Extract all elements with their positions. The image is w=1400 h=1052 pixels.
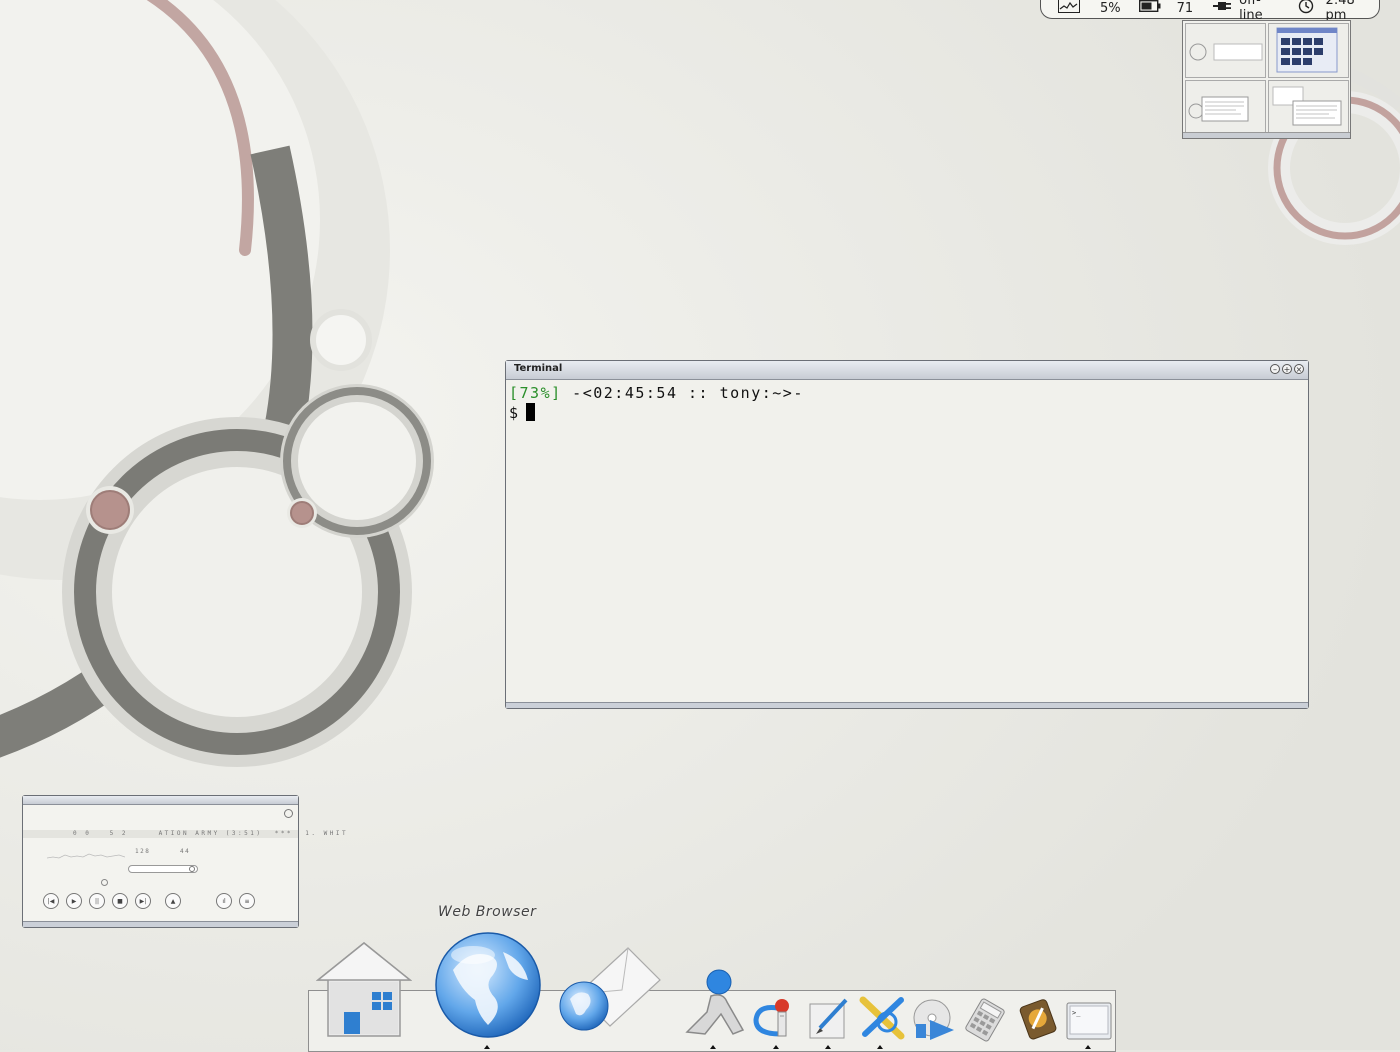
samplerate: 44 [180,848,191,855]
pager-desktop-3[interactable] [1185,80,1266,133]
terminal-titlebar[interactable]: Terminal – + × [506,361,1308,380]
graphics-editor-icon[interactable] [1016,996,1062,1042]
terminal-title: Terminal [514,363,563,374]
previous-icon[interactable]: |◀ [43,893,59,909]
home-folder-icon[interactable] [316,940,412,1040]
next-icon[interactable]: ▶| [135,893,151,909]
cpu-graph-icon [1058,0,1080,17]
equalizer-icon[interactable]: ıl [216,893,232,909]
pager-desktop-4[interactable] [1268,80,1349,133]
irc-chat-icon[interactable] [752,996,802,1042]
pager-desktop-2[interactable] [1268,23,1349,78]
prompt-battery: [73%] [509,384,562,402]
clock-icon [1298,0,1314,18]
prompt-symbol: $ [509,404,520,422]
seek-bar[interactable] [128,865,198,873]
player-close-icon[interactable] [284,809,293,818]
clock[interactable]: 2:48 pm [1298,0,1379,23]
visualizer [47,853,125,859]
running-indicator-irc [773,1045,779,1049]
minimize-icon[interactable]: – [1270,364,1280,374]
terminal-icon[interactable]: >_ [1066,1002,1112,1040]
seek-knob[interactable] [189,866,195,872]
battery-icon [1138,0,1161,16]
bitrate: 128 [135,848,151,855]
terminal-content[interactable]: [73%] -<02:45:54 :: tony:~>- $ [506,380,1308,426]
battery-level: 71 [1176,0,1194,16]
maximize-icon[interactable]: + [1282,364,1292,374]
media-player-icon[interactable] [910,996,958,1042]
running-indicator-terminal [1085,1045,1091,1049]
running-indicator-messenger [710,1045,716,1049]
text-editor-icon[interactable] [806,996,852,1042]
volume-knob[interactable] [101,879,108,886]
svg-text:>_: >_ [1072,1009,1081,1017]
audio-player-window[interactable]: 0 0 5 2 ATION ARMY (3:51) *** 1. WHIT 12… [22,795,346,928]
workspace-pager[interactable] [1182,20,1351,139]
battery-monitor[interactable]: 71 [1138,0,1194,18]
pause-icon[interactable]: || [89,893,105,909]
cpu-monitor[interactable]: 5% [1058,0,1121,18]
terminal-input-line: $ [509,403,1305,423]
text-cursor [525,403,535,421]
player-bottom-bar [23,921,298,927]
pager-desktop-1[interactable] [1185,23,1266,78]
close-icon[interactable]: × [1294,364,1304,374]
eject-icon[interactable]: ▲ [165,893,181,909]
tools-icon[interactable] [857,994,907,1042]
calculator-icon[interactable] [962,998,1008,1042]
power-plug-icon [1213,0,1233,16]
instant-messenger-icon[interactable] [683,968,745,1040]
pager-bottom-bar [1183,132,1350,138]
email-icon[interactable] [558,944,663,1034]
cpu-percent: 5% [1100,0,1121,16]
running-indicator-editor [825,1045,831,1049]
stop-icon[interactable]: ■ [112,893,128,909]
prompt-info: -<02:45:54 :: tony:~>- [561,384,804,402]
running-indicator-browser [484,1045,490,1049]
terminal-window[interactable]: Terminal – + × [73%] -<02:45:54 :: tony:… [505,360,1309,709]
web-browser-icon[interactable] [433,930,543,1040]
terminal-prompt-line: [73%] -<02:45:54 :: tony:~>- [509,383,1305,403]
play-icon[interactable]: ▶ [66,893,82,909]
playlist-icon[interactable]: ≡ [239,893,255,909]
top-status-bar: 5% 71 off-line 2:48 pm [1040,0,1380,23]
network-monitor[interactable]: off-line [1213,0,1283,23]
terminal-bottom-bar [506,702,1308,708]
dock-hover-label: Web Browser [438,904,537,920]
running-indicator-tools [877,1045,883,1049]
track-marquee: 0 0 5 2 ATION ARMY (3:51) *** 1. WHIT [73,830,349,837]
player-titlebar[interactable] [23,796,298,805]
